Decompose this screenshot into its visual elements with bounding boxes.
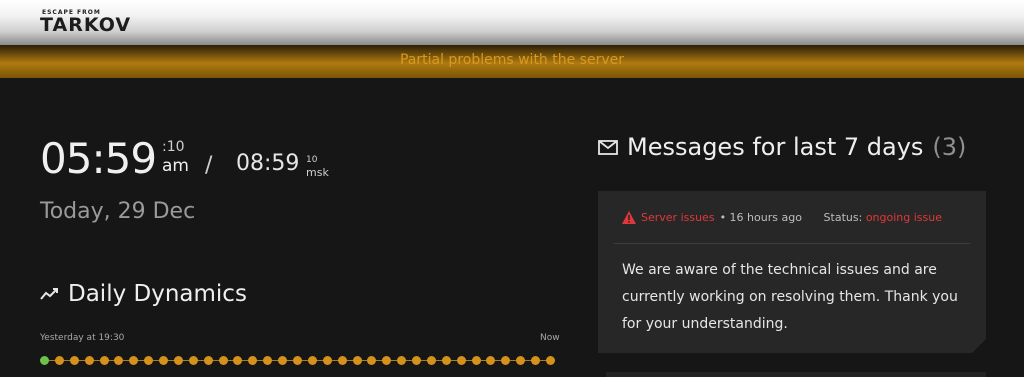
message-status-value: ongoing issue xyxy=(865,211,942,224)
timeline-dot-issue[interactable] xyxy=(248,356,258,365)
timeline-dot-issue[interactable] xyxy=(84,356,94,365)
daily-dynamics-heading: Daily Dynamics xyxy=(40,280,247,308)
timeline-dot-issue[interactable] xyxy=(546,356,555,365)
timeline-dot-issue[interactable] xyxy=(54,356,64,365)
site-header: ESCAPE FROM TARKOV xyxy=(0,0,1024,46)
timeline-dot-issue[interactable] xyxy=(516,356,526,365)
warning-icon xyxy=(622,211,636,224)
timeline-dot-issue[interactable] xyxy=(397,356,407,365)
timeline-end-label: Now xyxy=(540,333,560,343)
timeline-dot-issue[interactable] xyxy=(69,356,79,365)
status-timeline xyxy=(40,355,555,367)
message-card-next xyxy=(606,372,986,377)
envelope-icon xyxy=(598,139,618,155)
timeline-dot-issue[interactable] xyxy=(203,356,213,365)
timeline-dot-issue[interactable] xyxy=(412,356,422,365)
logo-big-text: TARKOV xyxy=(40,14,132,36)
msk-label: msk xyxy=(306,166,329,179)
timeline-dot-issue[interactable] xyxy=(322,356,332,365)
timeline-dot-issue[interactable] xyxy=(293,356,302,365)
tarkov-logo[interactable]: ESCAPE FROM TARKOV xyxy=(40,9,130,39)
current-date: Today, 29 Dec xyxy=(40,199,196,224)
timeline-dot-issue[interactable] xyxy=(456,356,466,365)
message-body: We are aware of the technical issues and… xyxy=(622,262,958,332)
messages-heading: Messages for last 7 days (3) xyxy=(598,133,966,161)
timeline-start-label: Yesterday at 19:30 xyxy=(40,333,125,343)
timeline-dot-issue[interactable] xyxy=(471,356,481,365)
timeline-dot-issue[interactable] xyxy=(307,356,317,365)
messages-title: Messages for last 7 days xyxy=(627,133,924,161)
timeline-dot-issue[interactable] xyxy=(278,356,288,365)
timeline-dot-issue[interactable] xyxy=(173,356,183,365)
timeline-dot-issue[interactable] xyxy=(426,356,436,365)
timeline-dot-issue[interactable] xyxy=(233,356,243,365)
timeline-dot-issue[interactable] xyxy=(382,356,392,365)
timeline-dot-issue[interactable] xyxy=(263,356,273,365)
local-seconds: :10 xyxy=(162,139,185,155)
timeline-dot-issue[interactable] xyxy=(352,356,362,365)
messages-count: (3) xyxy=(932,133,967,161)
timeline-dot-issue[interactable] xyxy=(531,356,541,365)
timeline-dot-issue[interactable] xyxy=(218,356,228,365)
message-divider xyxy=(614,243,970,244)
daily-dynamics-title: Daily Dynamics xyxy=(68,281,247,307)
timeline-dot-issue[interactable] xyxy=(367,356,377,365)
timeline-dot-issue[interactable] xyxy=(114,356,124,365)
timeline-dot-issue[interactable] xyxy=(144,356,154,365)
timeline-dot-issue[interactable] xyxy=(501,356,511,365)
status-banner: Partial problems with the server xyxy=(0,45,1024,78)
timeline-dot-issue[interactable] xyxy=(99,356,109,365)
timeline-dot-issue[interactable] xyxy=(159,356,169,365)
timeline-dot-issue[interactable] xyxy=(188,356,198,365)
msk-time: 08:59 xyxy=(236,151,300,176)
msk-seconds: 10 xyxy=(306,155,318,165)
message-card: Server issues • 16 hours ago Status: ong… xyxy=(598,191,986,353)
message-time: • 16 hours ago xyxy=(719,211,802,224)
message-kind: Server issues xyxy=(641,211,715,224)
timeline-dot-issue[interactable] xyxy=(129,356,139,365)
timeline-dot-issue[interactable] xyxy=(337,356,347,365)
local-time: 05:59 xyxy=(40,134,157,183)
timeline-dot-ok[interactable] xyxy=(40,356,49,365)
message-status: Status: ongoing issue xyxy=(824,211,942,224)
local-ampm: am xyxy=(162,156,189,176)
timeline-dot-issue[interactable] xyxy=(486,356,496,365)
trend-chart-icon xyxy=(40,288,58,300)
time-separator: / xyxy=(205,153,213,178)
message-status-label: Status: xyxy=(823,211,866,224)
timeline-dot-issue[interactable] xyxy=(441,356,451,365)
message-meta: Server issues • 16 hours ago xyxy=(622,211,802,224)
